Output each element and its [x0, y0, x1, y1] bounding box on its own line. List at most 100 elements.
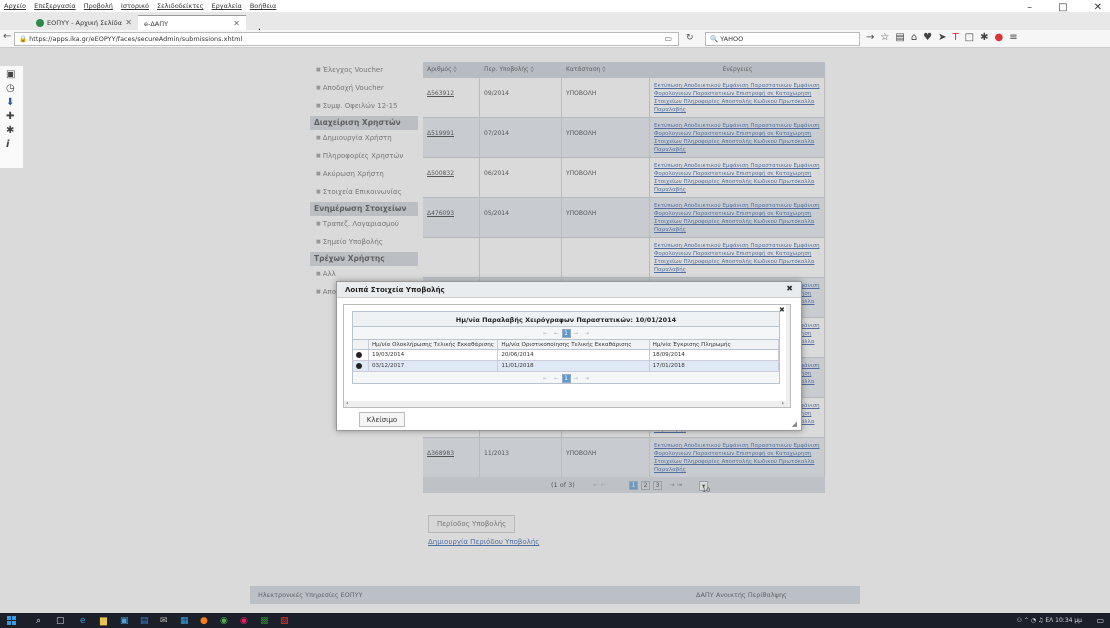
screenshot-icon[interactable]: □	[965, 32, 980, 43]
prev-page-icon[interactable]: ←	[554, 376, 559, 382]
screen-icon[interactable]: ▣	[6, 69, 17, 80]
puzzle-icon[interactable]: ✱	[980, 32, 994, 43]
page-button-1[interactable]: 1	[561, 374, 571, 383]
store-icon[interactable]: ▣	[120, 616, 129, 626]
menu-help[interactable]: Βοήθεια	[250, 2, 277, 10]
dialog-content-panel: ✖ Ημ/νία Παραλαβής Χειρόγραφων Παραστατι…	[343, 304, 791, 408]
expander-col-header	[353, 340, 369, 349]
resize-handle-icon[interactable]: ◢	[792, 420, 797, 428]
submission-details-dialog: Λοιπά Στοιχεία Υποβολής ✖ ✖ Ημ/νία Παραλ…	[336, 281, 802, 431]
close-tab-icon[interactable]: ✕	[125, 18, 132, 27]
scroll-left-icon[interactable]: ‹	[346, 400, 348, 407]
firefox-icon[interactable]: ●	[200, 616, 208, 626]
tab-eopyy-home[interactable]: ΕΟΠΥΥ - Αρχική Σελίδα ✕	[30, 15, 138, 30]
reader-view-icon[interactable]: ▭	[664, 34, 672, 43]
windows-start-icon[interactable]	[7, 616, 16, 625]
home-icon[interactable]: ⌂	[911, 32, 923, 43]
side-toolbar: ▣ ◷ ⬇ ✚ ✱ i	[0, 66, 24, 168]
cell-payment-approval-date: 18/09/2014	[650, 350, 780, 360]
last-page-icon[interactable]: ⇥	[584, 376, 589, 382]
prev-page-icon[interactable]: ←	[554, 331, 559, 337]
search-icon: 🔍	[710, 35, 719, 43]
cell-completion-date: 03/12/2017	[369, 361, 499, 371]
lock-icon: 🔒	[19, 35, 28, 43]
send-icon[interactable]: ➤	[938, 32, 952, 43]
close-tab-icon[interactable]: ✕	[233, 19, 240, 28]
pdf-icon[interactable]: ▧	[280, 616, 289, 626]
clock[interactable]: 10:34 μμ	[1055, 617, 1082, 624]
table-row[interactable]: 19/03/2014 20/06/2014 18/09/2014	[352, 350, 780, 361]
history-icon[interactable]: ◷	[6, 83, 17, 94]
row-expand-icon[interactable]	[353, 361, 369, 371]
edge-icon[interactable]: e	[80, 616, 86, 626]
page-button-1[interactable]: 1	[561, 329, 571, 338]
dates-grid: Ημ/νία Παραλαβής Χειρόγραφων Παραστατικώ…	[352, 311, 780, 384]
url-text: https://apps.ika.gr/eEOPYY/faces/secureA…	[29, 35, 243, 43]
menu-bookmarks[interactable]: Σελιδοδείκτες	[157, 2, 203, 10]
cell-finalization-date: 11/01/2018	[498, 361, 650, 371]
scroll-right-icon[interactable]: ›	[782, 400, 784, 407]
arrow-icon[interactable]: →	[866, 32, 880, 43]
gear-icon[interactable]: ✱	[6, 125, 17, 136]
horizontal-scrollbar[interactable]: ‹ ›	[344, 400, 790, 407]
language-indicator[interactable]: ΕΛ	[1045, 617, 1053, 624]
dialog-title: Λοιπά Στοιχεία Υποβολής	[337, 282, 801, 298]
network-icon[interactable]: ◔	[1031, 617, 1036, 624]
col-payment-approval-date: Ημ/νία Έγκρισης Πληρωμής	[650, 340, 780, 349]
menu-view[interactable]: Προβολή	[84, 2, 113, 10]
taskbar: ⌕ ▢ e ▆ ▣ ▤ ✉ ▦ ● ◉ ◉ ▩ ▧ ⚇ ⌃ ◔ ♫ ΕΛ 10:…	[0, 613, 1110, 628]
menu-history[interactable]: Ιστορικό	[121, 2, 149, 10]
grid-paginator-bottom: ⇤ ← 1 → ⇥	[352, 372, 780, 384]
last-page-icon[interactable]: ⇥	[584, 331, 589, 337]
media-icon[interactable]: ◉	[240, 616, 248, 626]
excel-icon[interactable]: ▩	[260, 616, 269, 626]
menu-edit[interactable]: Επεξεργασία	[34, 2, 76, 10]
reload-icon[interactable]: ↻	[686, 33, 694, 43]
system-tray: ⚇ ⌃ ◔ ♫ ΕΛ 10:34 μμ	[1017, 617, 1082, 624]
download-icon[interactable]: ⬇	[6, 97, 17, 108]
people-icon[interactable]: ⚇	[1017, 617, 1022, 624]
next-page-icon[interactable]: →	[574, 331, 579, 337]
task-view-icon[interactable]: ▢	[56, 616, 65, 626]
pocket-icon[interactable]: ♥	[923, 32, 938, 43]
first-page-icon[interactable]: ⇤	[543, 376, 548, 382]
close-button[interactable]: Κλείσιμο	[359, 412, 405, 427]
bookmark-star-icon[interactable]: ☆	[880, 32, 895, 43]
menu-bar: Αρχείο Επεξεργασία Προβολή Ιστορικό Σελι…	[0, 0, 1110, 12]
info-icon[interactable]: i	[6, 139, 17, 150]
search-icon[interactable]: ⌕	[36, 616, 41, 626]
grid-header: Ημ/νία Ολοκλήρωσης Τελικής Εκκαθάρισης Η…	[352, 339, 780, 350]
search-input[interactable]: 🔍 YAHOO	[705, 32, 860, 46]
tab-e-dapy[interactable]: e-ΔΑΠΥ ✕	[138, 15, 246, 30]
grid-paginator-top: ⇤ ← 1 → ⇥	[352, 327, 780, 339]
explorer-icon[interactable]: ▆	[100, 616, 107, 626]
address-bar[interactable]: 🔒 https://apps.ika.gr/eEOPYY/faces/secur…	[14, 32, 679, 46]
extension-icon[interactable]: T	[953, 32, 965, 43]
table-row[interactable]: 03/12/2017 11/01/2018 17/01/2018	[352, 361, 780, 372]
app-icon[interactable]: ▦	[180, 616, 189, 626]
col-finalization-date: Ημ/νία Οριστικοποίησης Τελικής Εκκαθάρισ…	[498, 340, 650, 349]
notifications-icon[interactable]: ▭	[1096, 616, 1104, 625]
cell-completion-date: 19/03/2014	[369, 350, 499, 360]
row-expand-icon[interactable]	[353, 350, 369, 360]
menu-file[interactable]: Αρχείο	[4, 2, 26, 10]
back-icon[interactable]: ←	[3, 31, 11, 42]
puzzle-icon[interactable]: ✚	[6, 111, 17, 122]
cell-finalization-date: 20/06/2014	[498, 350, 650, 360]
volume-icon[interactable]: ♫	[1038, 617, 1043, 624]
vertical-scrollbar[interactable]	[786, 305, 790, 407]
word-icon[interactable]: ▤	[140, 616, 149, 626]
first-page-icon[interactable]: ⇤	[543, 331, 548, 337]
mail-icon[interactable]: ✉	[160, 616, 168, 626]
next-page-icon[interactable]: →	[574, 376, 579, 382]
hamburger-menu-icon[interactable]: ≡	[1009, 32, 1023, 43]
tray-chevron-icon[interactable]: ⌃	[1024, 617, 1029, 624]
col-completion-date: Ημ/νία Ολοκλήρωσης Τελικής Εκκαθάρισης	[369, 340, 499, 349]
chrome-icon[interactable]: ◉	[220, 616, 228, 626]
close-dialog-icon[interactable]: ✖	[786, 284, 793, 293]
adblock-icon[interactable]: ●	[994, 32, 1009, 43]
toolbar-icons: →☆▤⌂♥➤T□✱●≡	[866, 32, 1024, 43]
cell-payment-approval-date: 17/01/2018	[650, 361, 780, 371]
library-icon[interactable]: ▤	[895, 32, 910, 43]
menu-tools[interactable]: Εργαλεία	[212, 2, 242, 10]
